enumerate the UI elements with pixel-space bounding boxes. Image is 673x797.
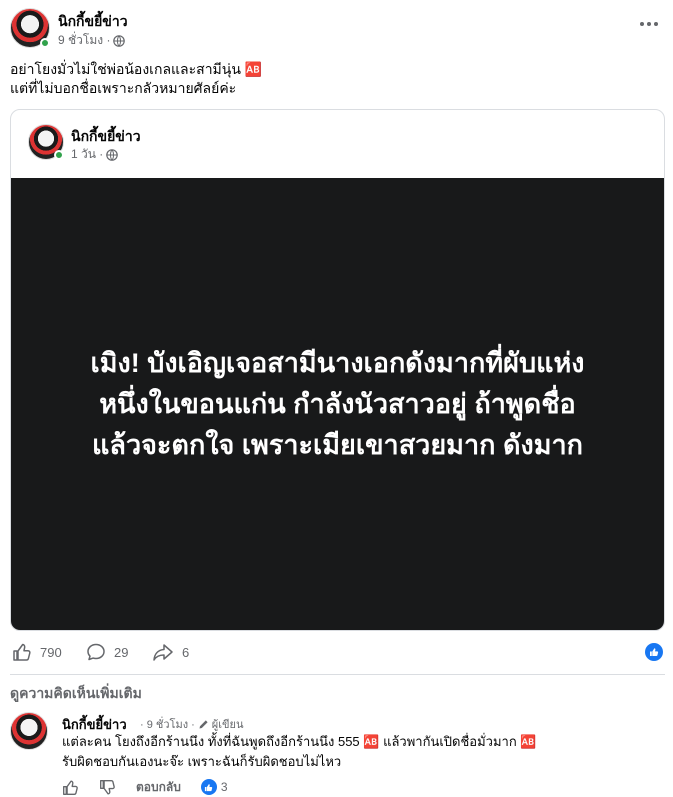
comment-like-button[interactable] (62, 779, 79, 796)
share-button[interactable]: 6 (152, 642, 189, 662)
post-meta: 9 ชั่วโมง · (58, 31, 126, 50)
image-text-line: แล้วจะตกใจ เพราะเมียเขาสวยมาก ดังมาก (92, 430, 583, 460)
shared-time[interactable]: 1 วัน · (71, 145, 103, 164)
reply-button[interactable]: ตอบกลับ (136, 778, 181, 797)
like-badge-icon[interactable] (645, 643, 663, 661)
image-text-line: เมิง! บังเอิญเจอสามีนางเอกดังมากที่ผับแห… (90, 348, 585, 378)
online-indicator (40, 38, 50, 48)
dislike-icon (100, 779, 115, 795)
pencil-icon (199, 719, 208, 728)
comment-meta: · 9 ชั่วโมง · ผู้เขียน (140, 715, 244, 733)
comment-count: 29 (114, 644, 129, 660)
like-icon (13, 643, 31, 661)
like-button[interactable]: 790 (12, 642, 62, 662)
post-author-name[interactable]: นิกกี้ขยี้ข่าว (58, 11, 128, 33)
shared-post-card[interactable]: นิกกี้ขยี้ข่าว 1 วัน · เมิง! บังเอิญเจอส… (10, 109, 665, 631)
share-count: 6 (182, 644, 190, 660)
reactions-bar: 790 29 6 (10, 640, 665, 666)
comment: นิกกี้ขยี้ข่าว · 9 ชั่วโมง · ผู้เขียน แต… (10, 710, 665, 797)
divider (10, 674, 665, 675)
comment-icon (87, 643, 105, 661)
post-header: นิกกี้ขยี้ข่าว 9 ชั่วโมง · (10, 8, 665, 52)
view-more-comments-link[interactable]: ดูความคิดเห็นเพิ่มเติม (10, 683, 142, 705)
globe-icon (113, 34, 126, 47)
shared-image-text: เมิง! บังเอิญเจอสามีนางเอกดังมากที่ผับแห… (38, 343, 638, 466)
globe-icon (106, 148, 119, 161)
comment-text-line: รับผิดชอบกันเองนะจ๊ะ เพราะฉันก็รับผิดชอบ… (62, 754, 342, 769)
shared-meta: 1 วัน · (71, 145, 119, 164)
like-badge-icon (200, 779, 217, 795)
online-indicator (54, 150, 64, 160)
like-count: 790 (40, 644, 62, 660)
post-text: อย่าโยงมั่วไม่ใช่พ่อน้องเกลและสามีนุ่น 🆎… (10, 60, 660, 98)
author-badge: ผู้เขียน (211, 719, 244, 731)
like-icon (63, 779, 78, 795)
post-text-line: แต่ที่ไม่บอกชื่อเพราะกลัวหมายศัลย์ค่ะ (10, 80, 237, 96)
post-text-line: อย่าโยงมั่วไม่ใช่พ่อน้องเกลและสามีนุ่น 🆎 (10, 61, 263, 77)
comment-reaction-count: 3 (220, 780, 228, 794)
shared-text-image[interactable]: เมิง! บังเอิญเจอสามีนางเอกดังมากที่ผับแห… (11, 178, 664, 630)
more-icon[interactable] (635, 14, 663, 34)
comment-time[interactable]: · 9 ชั่วโมง · (140, 715, 195, 733)
author-avatar[interactable] (10, 8, 50, 48)
comment-text-line: แต่ละคน โยงถึงอีกร้านนึง ทั้งที่ฉันพูดถึ… (62, 734, 537, 749)
shared-author-avatar[interactable] (28, 124, 64, 160)
post-time[interactable]: 9 ชั่วโมง · (58, 31, 110, 50)
share-icon (153, 644, 173, 661)
comment-dislike-button[interactable] (99, 779, 116, 796)
comment-actions: ตอบกลับ 3 (62, 777, 228, 797)
commenter-avatar[interactable] (10, 712, 48, 750)
comment-reactions[interactable]: 3 (200, 779, 228, 795)
comment-text: แต่ละคน โยงถึงอีกร้านนึง ทั้งที่ฉันพูดถึ… (62, 732, 652, 772)
comment-button[interactable]: 29 (86, 642, 128, 662)
image-text-line: หนึ่งในขอนแก่น กำลังนัวสาวอยู่ ถ้าพูดชื่… (99, 389, 576, 419)
